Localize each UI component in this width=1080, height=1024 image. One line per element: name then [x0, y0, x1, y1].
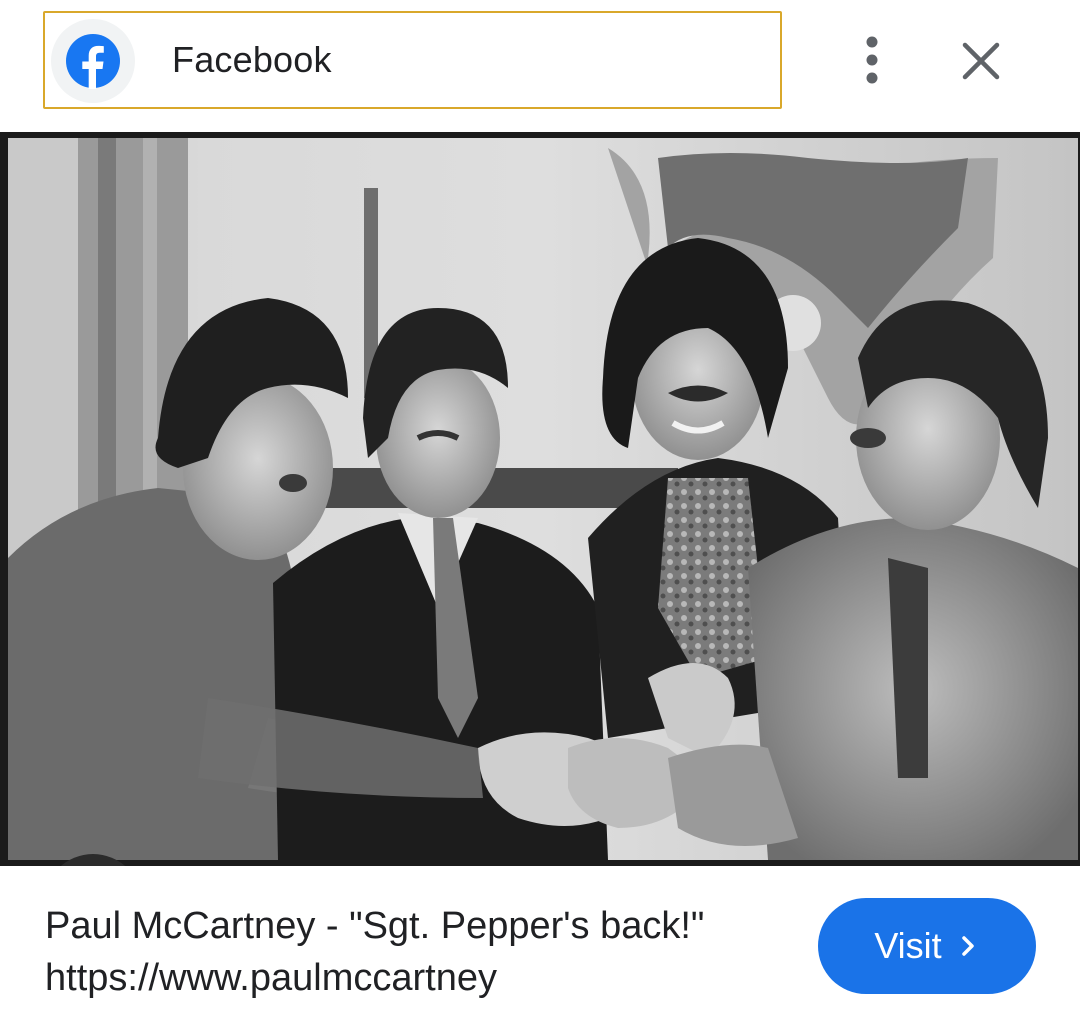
more-vert-icon — [866, 36, 878, 84]
source-chip[interactable]: Facebook — [43, 11, 782, 109]
image-preview-screen: Facebook Paul McCartney - "Sgt. Pepper's… — [0, 0, 1080, 1024]
close-icon — [962, 42, 1000, 80]
source-name: Facebook — [172, 39, 332, 80]
close-button[interactable] — [950, 30, 1012, 92]
favicon — [51, 19, 135, 103]
result-caption[interactable]: Paul McCartney - "Sgt. Pepper's back!" h… — [45, 900, 765, 1004]
photo-four-men-shaking-hands — [8, 138, 1078, 860]
more-options-button[interactable] — [846, 30, 898, 90]
result-image[interactable] — [0, 132, 1080, 866]
chevron-right-icon — [961, 936, 974, 956]
facebook-f-icon — [66, 34, 120, 89]
visit-label: Visit — [874, 925, 942, 966]
visit-button[interactable]: Visit — [818, 898, 1036, 994]
